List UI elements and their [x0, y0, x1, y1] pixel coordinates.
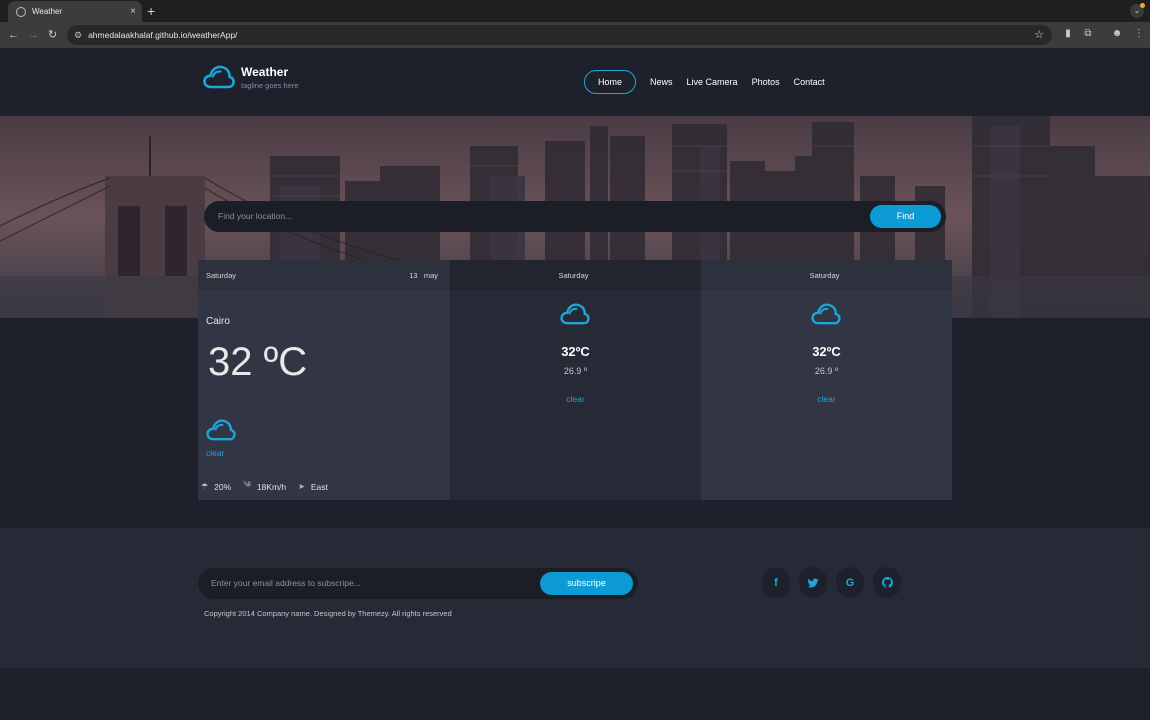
copyright-text: Copyright 2014 Company name. Designed by… [204, 609, 452, 618]
facebook-icon[interactable]: f [762, 567, 790, 598]
day-header: Saturday [450, 260, 701, 290]
compass-icon: ➤ [298, 482, 305, 491]
location-search-input[interactable]: Find your location... [218, 211, 292, 221]
day-condition: clear [817, 394, 836, 404]
cloud-logo-icon[interactable] [203, 64, 235, 90]
brand[interactable]: Weather tagline goes here [241, 65, 299, 90]
today-forecast: Saturday 13 may Cairo 32 ºC clear ☂ 20% … [198, 260, 450, 500]
date-day: 13 [409, 270, 418, 280]
tab-search-button[interactable]: ⌄ [1130, 3, 1145, 18]
humidity-value: 20% [214, 481, 232, 492]
nav-contact[interactable]: Contact [794, 77, 825, 87]
nav-live-camera[interactable]: Live Camera [687, 77, 738, 87]
back-icon[interactable]: ← [8, 27, 19, 43]
max-temperature: 32ºC [812, 344, 841, 359]
menu-kebab-icon[interactable]: ⋮ [1133, 28, 1145, 40]
browser-tab[interactable]: Weather × [8, 1, 142, 22]
site-header: Weather tagline goes here Home News Live… [0, 48, 1150, 116]
today-header: Saturday 13 may [198, 260, 450, 290]
min-temperature: 26.9 º [563, 366, 588, 376]
current-temperature: 32 ºC [208, 340, 308, 384]
wind-icon: ༄ [243, 480, 251, 489]
nav-home[interactable]: Home [584, 70, 637, 94]
subscribe-form: Enter your email address to subscripe...… [198, 568, 638, 599]
forward-icon[interactable]: → [28, 27, 39, 43]
subscribe-button[interactable]: subscripe [540, 572, 633, 595]
globe-icon [16, 6, 26, 17]
url-text: ahmedalaakhalaf.github.io/weatherApp/ [88, 30, 238, 40]
new-tab-button[interactable]: + [147, 3, 155, 19]
email-subscribe-input[interactable]: Enter your email address to subscripe... [211, 578, 361, 588]
nav-photos[interactable]: Photos [752, 77, 780, 87]
today-stats: ☂ 20% ༄ 18Km/h ➤ East [201, 475, 340, 498]
day-condition: clear [566, 394, 585, 404]
max-temperature: 32ºC [561, 344, 590, 359]
nav-news[interactable]: News [650, 77, 673, 87]
cloud-icon [560, 303, 590, 325]
umbrella-icon: ☂ [201, 482, 209, 491]
wind-value: 18Km/h [256, 481, 287, 492]
forecast-day-2: Saturday 32ºC 26.9 º clear [701, 260, 952, 500]
today-date: 13 may [409, 271, 438, 280]
cloud-icon [811, 303, 841, 325]
social-links: f G [762, 567, 910, 598]
github-icon[interactable] [873, 567, 901, 598]
day-header: Saturday [701, 260, 952, 290]
notification-dot [1140, 3, 1145, 8]
date-month: may [423, 270, 438, 280]
brand-tagline: tagline goes here [241, 81, 299, 90]
location-search: Find your location... Find [204, 201, 946, 232]
reload-icon[interactable]: ↻ [48, 27, 57, 43]
main-nav: Home News Live Camera Photos Contact [584, 70, 839, 94]
weather-site: Weather tagline goes here Home News Live… [0, 48, 1150, 720]
tab-close-icon[interactable]: × [130, 6, 136, 17]
extension-icon[interactable]: ▮ [1062, 28, 1074, 40]
brand-name: Weather [241, 65, 289, 79]
browser-tab-bar: Weather × + ⌄ [0, 0, 1150, 22]
profile-icon[interactable]: ☻ [1111, 28, 1123, 40]
find-button[interactable]: Find [870, 205, 941, 228]
today-day: Saturday [206, 270, 237, 280]
today-condition: clear [206, 448, 225, 458]
min-temperature: 26.9 º [814, 366, 839, 376]
puzzle-icon[interactable]: ⧉ [1082, 28, 1094, 40]
bookmark-star-icon[interactable]: ☆ [1034, 28, 1044, 41]
cloud-icon [206, 419, 236, 441]
site-footer: Enter your email address to subscripe...… [0, 528, 1150, 668]
forecast-table: Saturday 13 may Cairo 32 ºC clear ☂ 20% … [198, 260, 952, 500]
google-icon[interactable]: G [836, 567, 864, 598]
address-bar: ← → ↻ ⚙ ahmedalaakhalaf.github.io/weathe… [0, 22, 1150, 48]
forecast-day-1: Saturday 32ºC 26.9 º clear [450, 260, 701, 500]
tab-title: Weather [32, 7, 63, 16]
site-info-icon[interactable]: ⚙ [74, 30, 82, 41]
direction-value: East [310, 481, 328, 492]
location-name: Cairo [206, 316, 230, 327]
url-field[interactable]: ⚙ ahmedalaakhalaf.github.io/weatherApp/ … [67, 25, 1052, 45]
twitter-icon[interactable] [799, 567, 827, 598]
